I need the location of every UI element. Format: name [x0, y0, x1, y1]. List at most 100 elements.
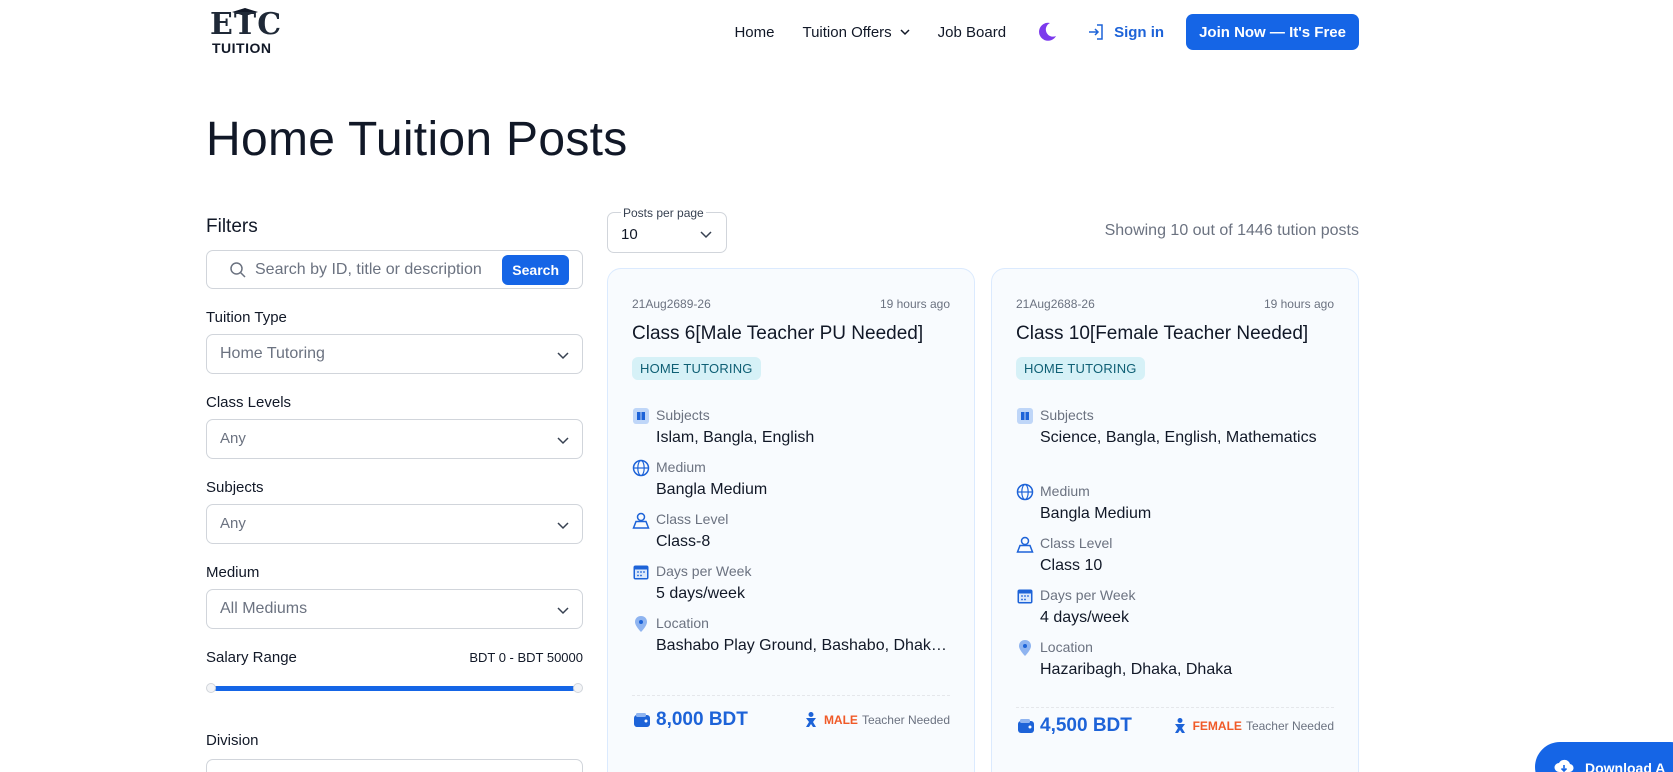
- field-label: Medium: [656, 459, 706, 475]
- subjects-value: Any: [220, 515, 246, 532]
- card-meta: 21Aug2689-26 19 hours ago: [632, 297, 950, 311]
- field-subjects: Subjects Science, Bangla, English, Mathe…: [1016, 407, 1338, 447]
- logo-mark: ETC: [210, 7, 283, 42]
- chevron-down-icon: [557, 437, 569, 445]
- field-label: Subjects: [1040, 407, 1094, 423]
- field-value: Bashabo Play Ground, Bashabo, Dhaka, Dha…: [656, 637, 954, 654]
- field-class-level: Class Level Class 10: [1016, 535, 1338, 575]
- wallet-icon: [1018, 719, 1034, 733]
- search-button[interactable]: Search: [502, 255, 569, 285]
- post-id: 21Aug2689-26: [632, 297, 711, 311]
- slider-thumb-min[interactable]: [206, 683, 216, 693]
- posts-per-page-label: Posts per page: [621, 206, 706, 220]
- teacher-needed-text: Teacher Needed: [1245, 719, 1334, 733]
- user-location-icon: [1016, 536, 1034, 553]
- gender-requirement: FEMALE Teacher Needed: [1171, 717, 1334, 735]
- filters-sidebar: Filters Search Tuition Type Home Tutorin…: [206, 216, 583, 772]
- post-title[interactable]: Class 10[Female Teacher Needed]: [1016, 323, 1308, 345]
- post-title[interactable]: Class 6[Male Teacher PU Needed]: [632, 323, 923, 345]
- site-header: ETC TUITION Home Tuition Offers Job Boar…: [0, 0, 1673, 64]
- book-icon: [1017, 408, 1033, 424]
- medium-value: All Mediums: [220, 600, 308, 617]
- field-label: Location: [656, 615, 709, 631]
- salary-range-value: BDT 0 - BDT 50000: [469, 650, 583, 665]
- gender-requirement: MALE Teacher Needed: [802, 711, 950, 729]
- moon-icon[interactable]: [1036, 21, 1058, 43]
- tuition-type-tag: HOME TUTORING: [632, 357, 761, 380]
- tuition-type-label: Tuition Type: [206, 309, 287, 326]
- salary-range-row: Salary Range BDT 0 - BDT 50000: [206, 649, 583, 666]
- sign-in-link[interactable]: Sign in: [1086, 22, 1164, 42]
- field-class-level: Class Level Class-8: [632, 511, 954, 551]
- salary-value: 4,500 BDT: [1040, 715, 1132, 736]
- field-label: Class Level: [656, 511, 729, 527]
- subjects-select[interactable]: Any: [206, 504, 583, 544]
- gender-value: MALE: [823, 713, 858, 727]
- field-medium: Medium Bangla Medium: [632, 459, 954, 499]
- field-label: Location: [1040, 639, 1093, 655]
- wallet-icon: [634, 713, 650, 727]
- field-value: Science, Bangla, English, Mathematics: [1040, 429, 1317, 446]
- division-select[interactable]: A: [206, 759, 583, 772]
- teacher-icon: [1174, 718, 1185, 733]
- gender-value: FEMALE: [1192, 719, 1242, 733]
- nav-tuition-offers[interactable]: Tuition Offers: [802, 24, 910, 41]
- tuition-type-tag: HOME TUTORING: [1016, 357, 1145, 380]
- nav-home[interactable]: Home: [734, 24, 774, 41]
- sign-in-icon: [1089, 24, 1103, 40]
- salary-range-slider[interactable]: [206, 682, 583, 694]
- field-value: Hazaribagh, Dhaka, Dhaka: [1040, 661, 1233, 678]
- field-label: Days per Week: [656, 563, 752, 579]
- search-box: Search: [206, 250, 583, 289]
- card-divider: [632, 695, 950, 696]
- tuition-type-select[interactable]: Home Tutoring: [206, 334, 583, 374]
- results-count: Showing 10 out of 1446 tution posts: [1104, 222, 1359, 239]
- search-input[interactable]: [255, 259, 495, 281]
- download-app-button[interactable]: Download A: [1535, 742, 1673, 772]
- post-salary: 4,500 BDT: [1016, 715, 1132, 737]
- map-pin-icon: [1019, 640, 1031, 656]
- field-value: Bangla Medium: [656, 481, 768, 498]
- book-icon: [633, 408, 649, 424]
- search-icon: [230, 262, 246, 278]
- teacher-icon: [805, 712, 816, 727]
- tuition-post-card[interactable]: 21Aug2688-26 19 hours ago Class 10[Femal…: [991, 268, 1359, 772]
- calendar-icon: [1017, 589, 1033, 604]
- chevron-down-icon: [557, 352, 569, 360]
- subjects-label: Subjects: [206, 479, 264, 496]
- field-label: Days per Week: [1040, 587, 1136, 603]
- field-value: Bangla Medium: [1040, 505, 1152, 522]
- user-location-icon: [632, 512, 650, 529]
- posts-per-page-select[interactable]: Posts per page 10: [607, 206, 727, 253]
- download-app-label: Download A: [1585, 760, 1666, 772]
- nav-job-board[interactable]: Job Board: [938, 24, 1006, 41]
- class-levels-label: Class Levels: [206, 394, 292, 411]
- field-subjects: Subjects Islam, Bangla, English: [632, 407, 954, 447]
- field-label: Class Level: [1040, 535, 1113, 551]
- class-levels-select[interactable]: Any: [206, 419, 583, 459]
- page-title: Home Tuition Posts: [206, 113, 628, 166]
- tuition-post-card[interactable]: 21Aug2689-26 19 hours ago Class 6[Male T…: [607, 268, 975, 772]
- post-time: 19 hours ago: [1263, 297, 1334, 311]
- posts-per-page-value: 10: [621, 226, 638, 243]
- field-value: 4 days/week: [1040, 609, 1129, 626]
- field-value: Islam, Bangla, English: [656, 429, 815, 446]
- field-value: Class 10: [1040, 557, 1103, 574]
- field-location: Location Bashabo Play Ground, Bashabo, D…: [632, 615, 954, 655]
- chevron-down-icon: [557, 522, 569, 530]
- field-medium: Medium Bangla Medium: [1016, 483, 1338, 523]
- calendar-icon: [633, 565, 649, 580]
- chevron-down-icon: [700, 231, 712, 239]
- slider-thumb-max[interactable]: [573, 683, 583, 693]
- field-value: 5 days/week: [656, 585, 745, 602]
- medium-select[interactable]: All Mediums: [206, 589, 583, 629]
- site-logo[interactable]: ETC TUITION: [210, 7, 283, 56]
- logo-word: TUITION: [212, 40, 272, 56]
- field-label: Subjects: [656, 407, 710, 423]
- field-location: Location Hazaribagh, Dhaka, Dhaka: [1016, 639, 1338, 679]
- card-footer: 8,000 BDT MALE Teacher Needed: [632, 709, 950, 731]
- join-now-button[interactable]: Join Now — It's Free: [1186, 14, 1359, 50]
- chevron-down-icon: [900, 29, 910, 36]
- sign-in-label: Sign in: [1114, 23, 1165, 41]
- field-value: Class-8: [656, 533, 711, 550]
